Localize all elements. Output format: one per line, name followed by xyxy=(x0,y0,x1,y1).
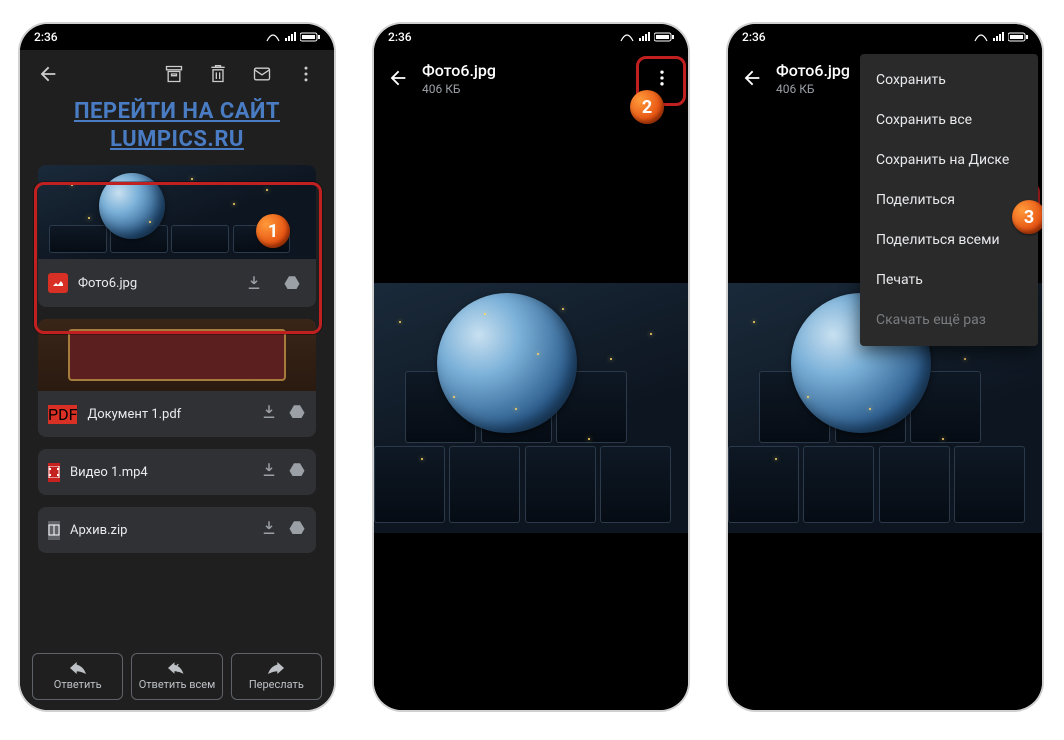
status-icons xyxy=(974,32,1028,42)
back-icon[interactable] xyxy=(28,54,68,94)
attachment-filename: Видео 1.mp4 xyxy=(70,465,250,480)
drive-icon[interactable] xyxy=(288,403,306,425)
zip-file-icon xyxy=(48,521,60,540)
site-link-line2: LUMPICS.RU xyxy=(36,126,318,154)
drive-icon[interactable] xyxy=(288,461,306,483)
menu-item-share[interactable]: Поделиться xyxy=(860,180,1038,220)
menu-item-save[interactable]: Сохранить xyxy=(860,60,1038,100)
status-icons xyxy=(620,32,674,42)
reply-label: Ответить xyxy=(54,678,102,691)
attachment-row-archive[interactable]: Архив.zip xyxy=(38,507,316,553)
mail-icon[interactable] xyxy=(242,54,282,94)
download-icon[interactable] xyxy=(260,403,278,425)
attachment-filename: Фото6.jpg xyxy=(78,276,230,291)
phone-1-email: 2:36 ПЕРЕЙТИ НА САЙТ LUMPICS.RU xyxy=(20,24,334,710)
attachment-row-pdf[interactable]: PDF Документ 1.pdf xyxy=(38,391,316,437)
menu-item-print[interactable]: Печать xyxy=(860,260,1038,300)
email-body: ПЕРЕЙТИ НА САЙТ LUMPICS.RU Фото6.jpg xyxy=(20,98,334,710)
menu-item-save-drive[interactable]: Сохранить на Диске xyxy=(860,140,1038,180)
drive-icon[interactable] xyxy=(278,269,306,297)
back-icon[interactable] xyxy=(732,58,772,98)
download-icon[interactable] xyxy=(260,461,278,483)
menu-item-share-all[interactable]: Поделиться всеми xyxy=(860,220,1038,260)
download-icon[interactable] xyxy=(260,519,278,541)
attachment-card-photo[interactable]: Фото6.jpg xyxy=(38,165,316,307)
attachment-filename: Документ 1.pdf xyxy=(87,407,250,422)
back-icon[interactable] xyxy=(378,58,418,98)
menu-item-save-all[interactable]: Сохранить все xyxy=(860,100,1038,140)
pdf-file-icon: PDF xyxy=(48,405,77,424)
reply-all-label: Ответить всем xyxy=(139,678,216,691)
menu-item-redownload[interactable]: Скачать ещё раз xyxy=(860,300,1038,340)
forward-label: Переслать xyxy=(249,678,304,691)
status-time: 2:36 xyxy=(388,30,412,44)
status-icons xyxy=(266,32,320,42)
status-bar: 2:36 xyxy=(20,24,334,50)
attachment-row-video[interactable]: Видео 1.mp4 xyxy=(38,449,316,495)
video-file-icon xyxy=(48,463,60,482)
status-bar: 2:36 xyxy=(374,24,688,50)
viewer-filename: Фото6.jpg xyxy=(422,61,642,80)
site-link[interactable]: ПЕРЕЙТИ НА САЙТ LUMPICS.RU xyxy=(20,98,334,165)
forward-button[interactable]: Переслать xyxy=(231,653,322,700)
archive-icon[interactable] xyxy=(154,54,194,94)
image-file-icon xyxy=(48,273,68,293)
context-menu: Сохранить Сохранить все Сохранить на Дис… xyxy=(860,54,1038,346)
viewer-body[interactable] xyxy=(374,106,688,710)
more-icon[interactable] xyxy=(286,54,326,94)
attachment-filename: Архив.zip xyxy=(70,523,250,538)
photo-content xyxy=(374,283,688,533)
site-link-line1: ПЕРЕЙТИ НА САЙТ xyxy=(36,98,318,126)
reply-all-button[interactable]: Ответить всем xyxy=(131,653,222,700)
more-icon[interactable] xyxy=(642,58,682,98)
email-toolbar xyxy=(20,50,334,98)
reply-button[interactable]: Ответить xyxy=(32,653,123,700)
status-time: 2:36 xyxy=(34,30,58,44)
drive-icon[interactable] xyxy=(288,519,306,541)
delete-icon[interactable] xyxy=(198,54,238,94)
status-bar: 2:36 xyxy=(728,24,1042,50)
phone-2-viewer: 2:36 Фото6.jpg 406 КБ xyxy=(374,24,688,710)
download-icon[interactable] xyxy=(240,269,268,297)
viewer-filesize: 406 КБ xyxy=(422,82,642,96)
status-time: 2:36 xyxy=(742,30,766,44)
attachment-thumb-book[interactable] xyxy=(38,319,316,391)
phone-3-menu: 2:36 Фото6.jpg 406 КБ xyxy=(728,24,1042,710)
reply-bar: Ответить Ответить всем Переслать xyxy=(32,653,322,700)
viewer-header: Фото6.jpg 406 КБ xyxy=(374,50,688,106)
attachment-thumb xyxy=(38,165,316,259)
